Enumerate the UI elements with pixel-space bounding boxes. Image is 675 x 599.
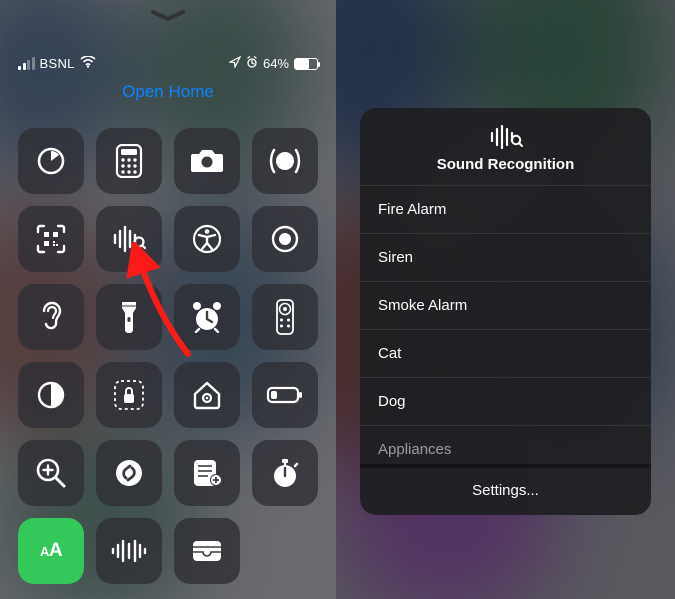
stopwatch-tile[interactable] [252,440,318,506]
wallet-tile[interactable] [174,518,240,584]
apple-tv-remote-tile[interactable] [252,284,318,350]
stopwatch-icon [270,457,300,489]
status-bar: BSNL 64% [0,56,336,71]
camera-icon [190,148,224,174]
text-size-icon: AA [40,540,62,562]
magnifier-tile[interactable] [18,440,84,506]
battery-icon [294,58,318,70]
ear-icon [38,300,64,334]
alarm-icon [190,301,224,333]
calculator-icon [114,144,144,178]
nfc-icon [268,144,302,178]
magnifier-plus-icon [35,457,67,489]
popup-item-fire-alarm[interactable]: Fire Alarm [360,185,651,233]
screen-record-tile[interactable] [252,206,318,272]
signal-icon [18,57,35,70]
popup-item-appliances[interactable]: Appliances [360,425,651,464]
shazam-icon [113,457,145,489]
sound-recognition-popup: Sound Recognition Fire Alarm Siren Smoke… [360,108,651,515]
home-icon [191,380,223,410]
accessibility-icon [191,223,223,255]
popup-item-dog[interactable]: Dog [360,377,651,425]
wallet-icon [190,538,224,564]
dark-mode-tile[interactable] [18,362,84,428]
carrier-label: BSNL [40,56,75,71]
popup-item-siren[interactable]: Siren [360,233,651,281]
sound-recognition-panel: Sound Recognition Fire Alarm Siren Smoke… [336,0,675,599]
sound-recognition-icon [489,124,523,150]
waveform-icon [110,539,148,563]
guided-access-tile[interactable] [96,362,162,428]
record-icon [269,223,301,255]
qr-icon [35,223,67,255]
accessibility-tile[interactable] [174,206,240,272]
sound-recognition-icon [112,225,146,253]
shazam-tile[interactable] [96,440,162,506]
chevron-down-icon[interactable] [149,8,187,29]
calculator-tile[interactable] [96,128,162,194]
voice-memos-tile[interactable] [96,518,162,584]
popup-item-cat[interactable]: Cat [360,329,651,377]
control-center-panel: BSNL 64% Open Home [0,0,336,599]
dark-mode-icon [35,379,67,411]
lock-dashed-icon [112,378,146,412]
text-size-tile[interactable]: AA [18,518,84,584]
alarm-status-icon [246,56,258,71]
hearing-tile[interactable] [18,284,84,350]
home-tile[interactable] [174,362,240,428]
flashlight-icon [120,299,138,335]
wifi-icon [80,56,96,71]
note-plus-icon [191,458,223,488]
timer-tile[interactable] [18,128,84,194]
open-home-link[interactable]: Open Home [122,82,214,102]
camera-tile[interactable] [174,128,240,194]
popup-options-list: Fire Alarm Siren Smoke Alarm Cat Dog App… [360,185,651,464]
control-tiles-grid: AA [18,128,318,584]
nfc-reader-tile[interactable] [252,128,318,194]
popup-item-smoke-alarm[interactable]: Smoke Alarm [360,281,651,329]
tv-remote-icon [276,299,294,335]
location-icon [229,56,241,71]
qr-scan-tile[interactable] [18,206,84,272]
sound-recognition-tile[interactable] [96,206,162,272]
battery-percent: 64% [263,56,289,71]
timer-icon [35,145,67,177]
low-power-tile[interactable] [252,362,318,428]
popup-title: Sound Recognition [360,156,651,173]
flashlight-tile[interactable] [96,284,162,350]
popup-header: Sound Recognition [360,108,651,185]
battery-low-icon [266,385,304,405]
notes-quick-tile[interactable] [174,440,240,506]
popup-settings-button[interactable]: Settings... [360,468,651,515]
alarm-tile[interactable] [174,284,240,350]
